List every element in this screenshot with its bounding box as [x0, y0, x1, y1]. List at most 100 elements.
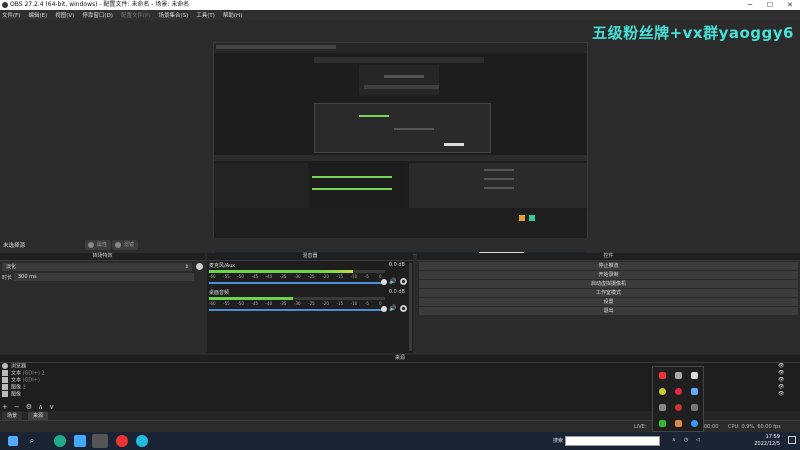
- meter-tick-label: -30: [294, 301, 301, 306]
- move-down-button[interactable]: ∨: [49, 403, 54, 411]
- eye-icon[interactable]: 👁: [778, 377, 798, 384]
- source-visibility-column: 👁 👁 👁 👁 👁: [778, 363, 798, 399]
- duration-input[interactable]: 300 ms: [14, 273, 194, 281]
- search-icon[interactable]: ⌕: [26, 435, 38, 447]
- eye-icon[interactable]: 👁: [778, 363, 798, 370]
- source-item[interactable]: 文本 (GDI+) 2: [2, 370, 45, 377]
- maximize-button[interactable]: ☐: [760, 0, 780, 10]
- transition-settings-gear-icon[interactable]: [196, 263, 203, 270]
- move-up-button[interactable]: ∧: [38, 403, 43, 411]
- minimize-button[interactable]: ─: [740, 0, 760, 10]
- tray-app-icon[interactable]: [675, 420, 682, 427]
- exit-button[interactable]: 退出: [419, 307, 798, 315]
- source-item[interactable]: 浏览器: [2, 363, 26, 370]
- volume-slider-handle[interactable]: [381, 306, 387, 312]
- menu-scene-collection[interactable]: 场景集合(S): [158, 11, 188, 19]
- eye-icon[interactable]: 👁: [778, 384, 798, 391]
- volume-slider[interactable]: [209, 309, 385, 311]
- tray-app-icon[interactable]: [675, 388, 682, 395]
- source-item[interactable]: 文本 (GDI+): [2, 377, 40, 384]
- close-button[interactable]: ✕: [780, 0, 800, 10]
- menu-profile[interactable]: 配置文件(P): [121, 11, 151, 19]
- menu-file[interactable]: 文件(F): [2, 11, 20, 19]
- controls-dock-title: 控件: [417, 253, 800, 261]
- meter-tick-label: -35: [279, 274, 287, 279]
- controls-dock: 控件 停止推流 开始录制 启动虚拟摄像机 工作室模式 设置 退出: [417, 253, 800, 353]
- menu-view[interactable]: 视图(V): [55, 11, 74, 19]
- windows-start-icon[interactable]: [8, 436, 18, 446]
- mixer-dock-title: 混音器: [207, 253, 413, 261]
- tab-scenes[interactable]: 场景: [2, 412, 23, 420]
- menu-tools[interactable]: 工具(T): [196, 11, 215, 19]
- meter-tick-label: -55: [223, 301, 230, 306]
- eye-icon[interactable]: 👁: [778, 391, 798, 398]
- notification-icon[interactable]: [788, 436, 796, 444]
- speaker-icon[interactable]: 🔊: [389, 305, 396, 312]
- track-name: 麦克风/Aux: [209, 263, 236, 269]
- eye-icon[interactable]: 👁: [778, 370, 798, 377]
- mixer-scrollbar[interactable]: [409, 263, 412, 351]
- tray-app-icon[interactable]: [659, 420, 666, 427]
- tab-sources[interactable]: 来源: [28, 412, 49, 420]
- start-virtual-camera-button[interactable]: 启动虚拟摄像机: [419, 280, 798, 288]
- tray-app-icon[interactable]: [691, 372, 698, 379]
- tray-app-icon[interactable]: [675, 372, 682, 379]
- filter-icon: [115, 242, 121, 248]
- volume-icon[interactable]: ◁: [696, 437, 700, 443]
- meter-tick-label: -45: [251, 274, 259, 279]
- tray-app-icon[interactable]: [675, 404, 682, 411]
- track-settings-gear-icon[interactable]: [400, 278, 407, 285]
- tray-overflow-popup: [652, 366, 704, 432]
- browser-icon: [2, 363, 8, 369]
- volume-slider[interactable]: [209, 282, 385, 284]
- source-item[interactable]: 图像: [2, 391, 21, 398]
- volume-slider-handle[interactable]: [381, 279, 387, 285]
- studio-mode-button[interactable]: 工作室模式: [419, 289, 798, 297]
- taskbar-clock[interactable]: 17:59 2022/12/5: [754, 434, 780, 448]
- menu-docks[interactable]: 停靠窗口(D): [82, 11, 113, 19]
- menu-help[interactable]: 帮助(H): [223, 11, 242, 19]
- properties-button[interactable]: 属性: [85, 240, 112, 250]
- chevron-up-icon[interactable]: ∧: [672, 437, 676, 443]
- preview-canvas[interactable]: 五级粉丝牌+vx群yaoggy6: [0, 20, 800, 255]
- edge-browser-icon[interactable]: [54, 435, 66, 447]
- settings-button[interactable]: 设置: [419, 298, 798, 306]
- filters-button[interactable]: 滤镜: [112, 240, 139, 250]
- obs-taskbar-icon[interactable]: [92, 434, 108, 448]
- meter-tick-label: -60: [209, 301, 216, 306]
- app-icon[interactable]: [116, 435, 128, 447]
- transition-select[interactable]: 淡化 ⇕: [2, 263, 192, 271]
- mixer-track-mic: 麦克风/Aux 0.0 dB -60 -55 -50 -45 -40 -35 -30 -25-…: [209, 262, 409, 290]
- text-icon: [2, 370, 8, 376]
- tray-app-icon[interactable]: [691, 404, 698, 411]
- taskbar-search-input[interactable]: [565, 436, 660, 446]
- meter-tick-label: -60: [209, 274, 216, 279]
- speaker-icon[interactable]: 🔊: [389, 278, 396, 285]
- stop-streaming-button[interactable]: 停止推流: [419, 262, 798, 270]
- volume-meter: [209, 297, 385, 300]
- add-source-button[interactable]: +: [2, 403, 8, 411]
- clock-time: 17:59: [765, 434, 780, 440]
- transitions-dock: 转场特效 淡化 ⇕ 时长 300 ms: [0, 253, 205, 353]
- remove-source-button[interactable]: −: [14, 403, 20, 411]
- no-source-selected-label: 未选择源: [3, 243, 26, 249]
- tray-app-icon[interactable]: [691, 420, 698, 427]
- source-item[interactable]: 图像 2: [2, 384, 26, 391]
- tray-app-icon[interactable]: [659, 388, 666, 395]
- tray-app-icon[interactable]: [691, 388, 698, 395]
- app-icon[interactable]: [136, 435, 148, 447]
- app-icon[interactable]: [74, 435, 86, 447]
- track-settings-gear-icon[interactable]: [400, 305, 407, 312]
- menu-edit[interactable]: 编辑(E): [28, 11, 47, 19]
- meter-tick-label: -15: [336, 301, 344, 306]
- tray-app-icon[interactable]: [659, 404, 666, 411]
- stream-watermark: 五级粉丝牌+vx群yaoggy6: [592, 24, 794, 42]
- cpu-fps-status: CPU: 0.9%, 60.00 fps: [728, 424, 781, 430]
- source-properties-gear-icon[interactable]: ⚙: [26, 403, 32, 411]
- track-db: 0.0 dB: [388, 289, 405, 295]
- tray-app-icon[interactable]: [659, 372, 666, 379]
- obs-app-icon: [2, 2, 8, 8]
- network-icon[interactable]: ◷: [684, 437, 688, 443]
- chevron-updown-icon: ⇕: [184, 264, 189, 270]
- start-recording-button[interactable]: 开始录制: [419, 271, 798, 279]
